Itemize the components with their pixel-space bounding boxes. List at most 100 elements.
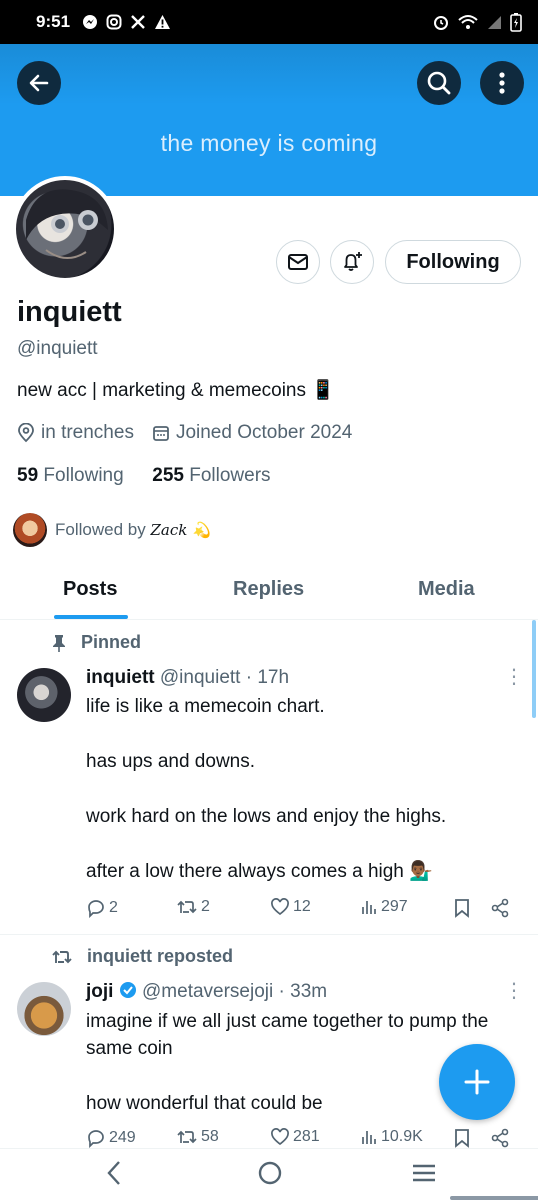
views-count: 10.9K <box>381 1128 423 1145</box>
post-header: inquiett @inquiett · 17h <box>86 667 289 689</box>
like-count: 281 <box>293 1128 320 1145</box>
signal-icon <box>488 16 501 29</box>
notifications-bell-button[interactable] <box>330 240 374 284</box>
gesture-indicator <box>450 1196 538 1200</box>
views-chart-icon <box>362 901 376 914</box>
repost-button[interactable]: 58 <box>176 1128 219 1146</box>
repost-context-text: inquiett reposted <box>87 946 234 966</box>
bookmark-button[interactable] <box>454 1128 470 1148</box>
post-divider <box>0 934 538 935</box>
alarm-icon <box>434 16 448 30</box>
heart-icon <box>271 1128 289 1146</box>
reply-button[interactable]: 249 <box>86 1128 136 1148</box>
reply-count: 2 <box>109 899 118 916</box>
post-author-avatar[interactable] <box>17 982 71 1036</box>
compose-post-button[interactable] <box>439 1044 515 1120</box>
post-body[interactable]: life is like a memecoin chart. has ups a… <box>86 693 516 885</box>
post-line: life is like a memecoin chart. <box>86 696 325 717</box>
post-author-name[interactable]: inquiett <box>86 667 155 688</box>
system-icons <box>432 12 522 32</box>
post-header: joji @metaversejoji · 33m <box>86 981 327 1003</box>
followed-by-prefix: Followed by <box>55 520 146 539</box>
post-line: work hard on the lows and enjoy the high… <box>86 806 447 827</box>
repost-icon <box>177 900 197 914</box>
bell-plus-icon <box>344 252 362 271</box>
chevron-left-icon <box>107 1161 120 1185</box>
share-button[interactable] <box>490 1128 510 1148</box>
notification-icons <box>82 14 171 30</box>
pinned-label: Pinned <box>51 632 141 653</box>
tab-posts[interactable]: Posts <box>63 578 117 601</box>
profile-avatar[interactable] <box>12 176 118 282</box>
nav-recents-button[interactable] <box>410 1159 438 1194</box>
bookmark-button[interactable] <box>454 898 470 918</box>
tab-replies[interactable]: Replies <box>233 578 304 601</box>
system-navigation-bar <box>0 1148 538 1200</box>
heart-icon <box>271 898 289 916</box>
verified-badge-icon <box>119 982 136 998</box>
pinned-text: Pinned <box>81 632 142 652</box>
repost-context[interactable]: inquiett reposted <box>51 946 233 967</box>
views-count: 297 <box>381 898 408 915</box>
post-author-avatar[interactable] <box>17 668 71 722</box>
share-button[interactable] <box>490 898 510 918</box>
views-button[interactable]: 297 <box>360 898 408 916</box>
post-actions: 249 58 281 10.9K <box>86 1128 516 1148</box>
follow-counts: 59 Following 255 Followers <box>17 465 271 487</box>
followers-count-link[interactable]: 255 Followers <box>152 465 270 486</box>
post-line: after a low there always comes a high 💁🏾… <box>86 861 433 882</box>
nav-back-button[interactable] <box>104 1159 124 1194</box>
following-count-link[interactable]: 59 Following <box>17 465 124 486</box>
followed-by-name: Zack 💫 <box>150 521 211 539</box>
post-author-name[interactable]: joji <box>86 981 113 1002</box>
profile-banner: the money is coming <box>0 44 538 196</box>
calendar-icon <box>153 426 169 441</box>
back-button[interactable] <box>17 61 61 105</box>
scrollbar[interactable] <box>532 620 536 718</box>
repost-button[interactable]: 2 <box>176 898 210 916</box>
following-count: 59 <box>17 465 39 486</box>
repost-count: 58 <box>201 1128 219 1145</box>
post-time: · 17h <box>245 667 290 688</box>
bookmark-icon <box>455 1129 469 1148</box>
pin-icon <box>53 634 65 652</box>
instagram-icon <box>106 14 122 30</box>
views-button[interactable]: 10.9K <box>360 1128 423 1146</box>
menu-lines-icon <box>413 1164 435 1182</box>
repost-icon <box>177 1130 197 1144</box>
follower-avatar <box>13 513 47 547</box>
plus-icon <box>464 1069 490 1095</box>
repost-small-icon <box>52 950 72 963</box>
arrow-left-icon <box>29 74 49 92</box>
message-button[interactable] <box>276 240 320 284</box>
profile-bio: new acc | marketing & memecoins 📱 <box>17 380 335 401</box>
location-pin-icon <box>18 423 34 443</box>
post-author-handle[interactable]: @metaversejoji <box>142 981 273 1002</box>
profile-handle: @inquiett <box>17 338 98 359</box>
post-more-button[interactable]: ⋮ <box>504 981 524 1001</box>
like-button[interactable]: 281 <box>270 1128 320 1146</box>
messenger-icon <box>83 15 98 29</box>
reply-icon <box>88 1130 104 1148</box>
profile-location: in trenches <box>41 422 134 443</box>
like-button[interactable]: 12 <box>270 898 311 916</box>
following-button[interactable]: Following <box>385 240 521 284</box>
nav-home-button[interactable] <box>256 1159 284 1194</box>
search-button[interactable] <box>417 61 461 105</box>
circle-home-icon <box>258 1161 282 1185</box>
x-icon <box>131 15 145 29</box>
bookmark-icon <box>455 899 469 918</box>
more-options-button[interactable] <box>480 61 524 105</box>
followed-by-row[interactable]: Followed by Zack 💫 <box>13 513 211 547</box>
search-icon <box>427 71 451 95</box>
reply-button[interactable]: 2 <box>86 898 118 918</box>
profile-tabs: Posts Replies Media <box>0 560 538 620</box>
post-more-button[interactable]: ⋮ <box>504 667 524 687</box>
views-chart-icon <box>362 1131 376 1144</box>
status-time: 9:51 <box>36 12 71 31</box>
envelope-icon <box>288 254 308 270</box>
banner-text: the money is coming <box>160 130 378 156</box>
post-author-handle[interactable]: @inquiett <box>160 667 241 688</box>
wifi-icon <box>458 15 478 29</box>
tab-media[interactable]: Media <box>418 578 475 601</box>
